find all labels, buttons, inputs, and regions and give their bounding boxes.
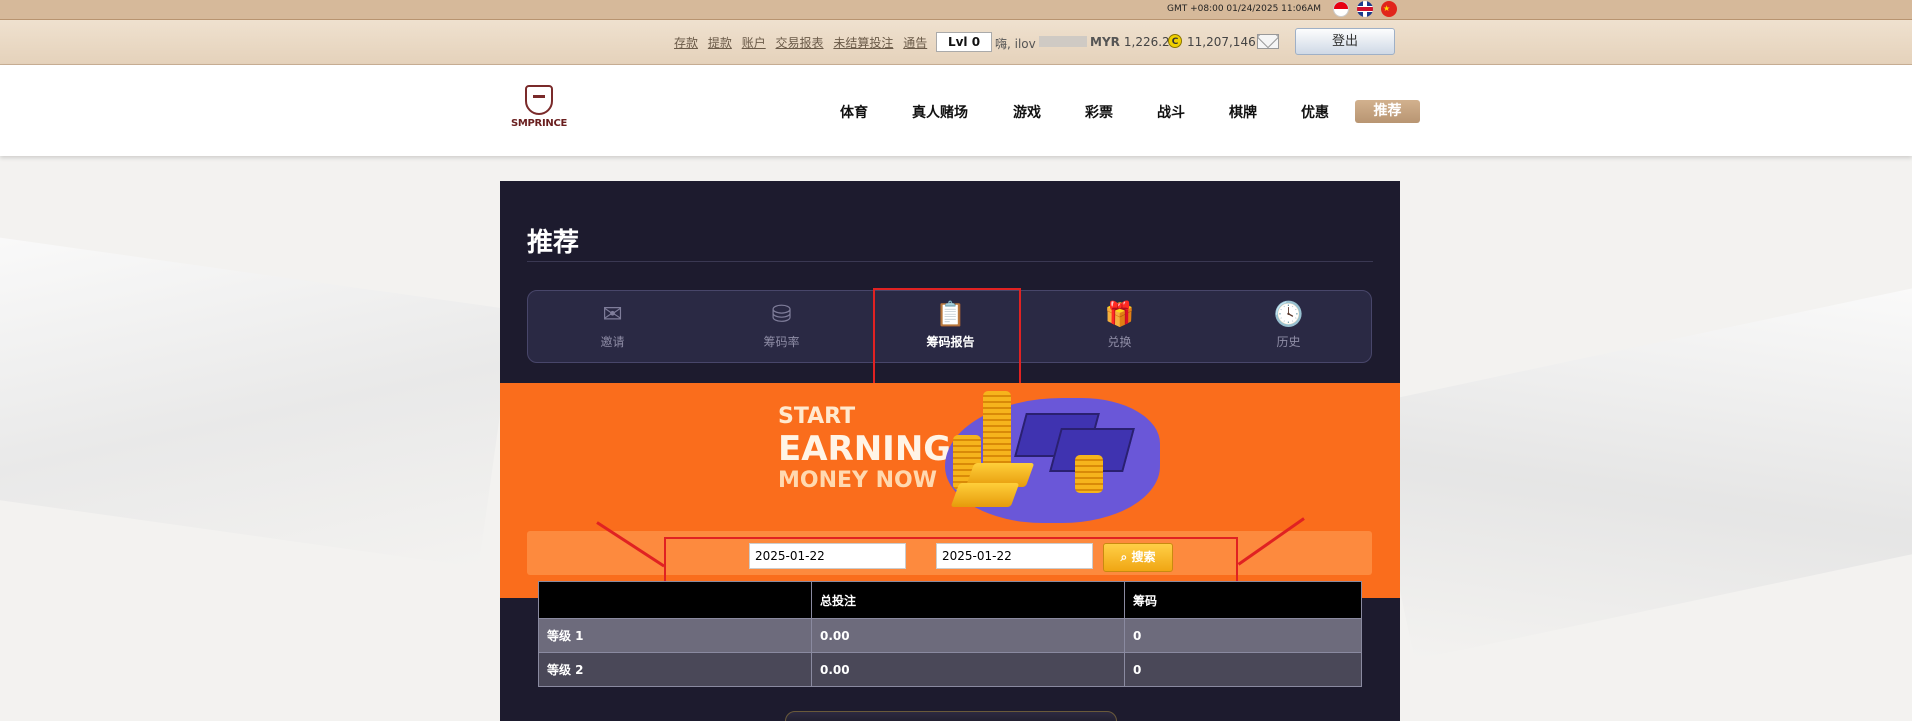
logout-button[interactable]: 登出 [1295, 28, 1395, 55]
balance-display: MYR 1,226.25 [1090, 35, 1177, 49]
annotation-highlight-tab [873, 288, 1021, 386]
annotation-highlight-search [664, 537, 1238, 583]
referral-panel: 推荐 ✉ 邀请 ⛁ 筹码率 📋 筹码报告 🎁 兑换 🕓 历史 START EAR… [500, 181, 1400, 721]
transaction-report-link[interactable]: 交易报表 [776, 36, 824, 50]
table-header [538, 581, 812, 619]
partial-button-bottom[interactable] [785, 711, 1117, 721]
china-flag-icon[interactable]: ★ [1381, 1, 1397, 17]
account-links: 存款 提款 账户 交易报表 未结算投注 通告 [674, 34, 933, 51]
indonesia-flag-icon[interactable] [1333, 1, 1349, 17]
level-badge: Lvl 0 [936, 32, 992, 52]
crest-icon [525, 85, 553, 115]
main-nav: SMPRINCE 体育 真人赌场 游戏 彩票 战斗 棋牌 优惠 推荐 [0, 65, 1912, 156]
masked-username [1039, 36, 1087, 47]
site-logo[interactable]: SMPRINCE [507, 85, 571, 137]
table-row: 等级 2 0.00 0 [538, 652, 1362, 687]
invite-envelope-icon: ✉ [602, 300, 623, 328]
tab-label: 邀请 [600, 335, 625, 349]
nav-promotions[interactable]: 优惠 [1301, 102, 1329, 122]
withdraw-link[interactable]: 提款 [708, 36, 732, 50]
top-info-bar: GMT +08:00 01/24/2025 11:06AM ★ [0, 0, 1912, 20]
currency-code: MYR [1090, 35, 1120, 49]
table-row: 等级 1 0.00 0 [538, 618, 1362, 653]
table-header-row: 总投注 筹码 [538, 581, 1362, 619]
announcement-link[interactable]: 通告 [903, 36, 927, 50]
mail-icon[interactable] [1257, 34, 1279, 49]
page-title: 推荐 [527, 228, 580, 258]
divider [527, 261, 1373, 262]
history-icon: 🕓 [1273, 300, 1304, 328]
gold-bar-illustration [950, 483, 1020, 507]
tab-chip-rate[interactable]: ⛁ 筹码率 [697, 291, 866, 364]
logo-text: SMPRINCE [510, 118, 568, 129]
points-value: 11,207,146 [1187, 35, 1256, 49]
table-cell: 等级 1 [538, 618, 812, 653]
coin-icon: C [1168, 34, 1182, 48]
nav-referral-active[interactable]: 推荐 [1355, 100, 1420, 123]
table-header: 筹码 [1124, 581, 1362, 619]
nav-board-games[interactable]: 棋牌 [1229, 102, 1257, 122]
banner-line-1: START [778, 404, 856, 429]
account-link[interactable]: 账户 [742, 36, 766, 50]
background-decoration [0, 212, 515, 568]
nav-games[interactable]: 游戏 [1013, 102, 1041, 122]
gift-icon: 🎁 [1104, 300, 1135, 328]
table-cell: 0.00 [811, 618, 1125, 653]
banner-text: START EARNING MONEY NOW [778, 406, 951, 492]
server-time: GMT +08:00 01/24/2025 11:06AM [1167, 4, 1322, 14]
tab-label: 历史 [1276, 335, 1301, 349]
background-decoration [1360, 260, 1912, 660]
chip-report-table: 总投注 筹码 等级 1 0.00 0 等级 2 0.00 0 [538, 581, 1362, 687]
table-cell: 等级 2 [538, 652, 812, 687]
tab-label: 兑换 [1107, 335, 1132, 349]
uk-flag-icon[interactable] [1357, 1, 1373, 17]
deposit-link[interactable]: 存款 [674, 36, 698, 50]
nav-fight[interactable]: 战斗 [1157, 102, 1185, 122]
unsettled-bets-link[interactable]: 未结算投注 [833, 36, 893, 50]
coin-stack-illustration [1075, 455, 1103, 493]
table-cell: 0 [1124, 652, 1362, 687]
greeting-text: 嗨, ilov [995, 37, 1036, 51]
banner-line-2: EARNING [778, 429, 952, 469]
tab-history[interactable]: 🕓 历史 [1204, 291, 1373, 364]
table-cell: 0.00 [811, 652, 1125, 687]
table-header: 总投注 [811, 581, 1125, 619]
banner-line-3: MONEY NOW [778, 468, 938, 493]
nav-lottery[interactable]: 彩票 [1085, 102, 1113, 122]
tab-redeem[interactable]: 🎁 兑换 [1035, 291, 1204, 364]
tab-label: 筹码率 [763, 335, 800, 349]
table-cell: 0 [1124, 618, 1362, 653]
coin-stack-icon: ⛁ [771, 300, 792, 328]
tab-invite[interactable]: ✉ 邀请 [528, 291, 697, 364]
account-bar: 存款 提款 账户 交易报表 未结算投注 通告 Lvl 0 嗨, ilov MYR… [0, 20, 1912, 65]
nav-sports[interactable]: 体育 [840, 102, 868, 122]
nav-live-casino[interactable]: 真人赌场 [912, 102, 968, 122]
